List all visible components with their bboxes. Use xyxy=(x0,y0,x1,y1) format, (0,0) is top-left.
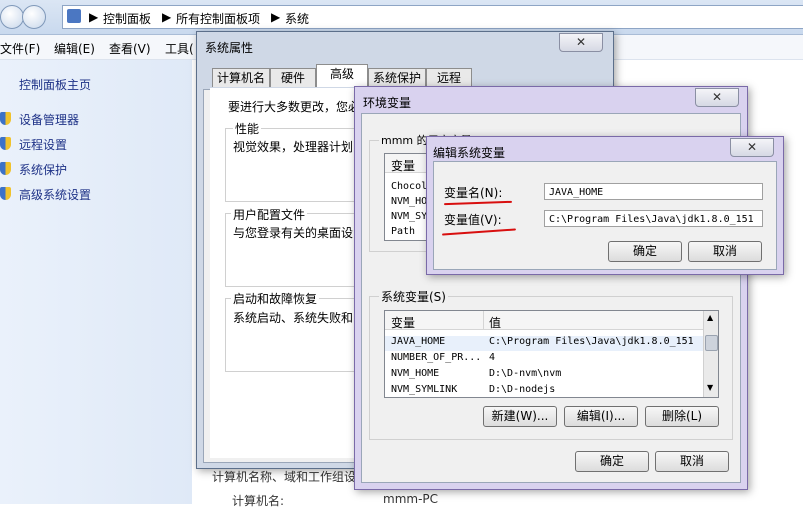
system-properties-title: 系统属性 xyxy=(205,41,254,55)
ok-button[interactable]: 确定 xyxy=(608,241,682,262)
scroll-up-icon[interactable]: ▲ xyxy=(707,313,713,322)
ok-button[interactable]: 确定 xyxy=(575,451,649,472)
breadcrumb-separator-icon: ▶ xyxy=(162,10,172,24)
breadcrumb-item-control-panel[interactable]: 控制面板 xyxy=(103,10,151,27)
close-icon[interactable]: ✕ xyxy=(559,33,603,52)
system-variables-list[interactable]: 变量 值 JAVA_HOME C:\Program Files\Java\jdk… xyxy=(384,310,719,398)
shield-icon xyxy=(0,112,11,125)
scroll-down-icon[interactable]: ▼ xyxy=(707,383,713,392)
shield-icon xyxy=(0,162,11,175)
close-icon[interactable]: ✕ xyxy=(695,88,739,107)
cancel-button[interactable]: 取消 xyxy=(655,451,729,472)
column-divider[interactable] xyxy=(483,311,484,329)
table-row[interactable]: NVM_HOME D:\D-nvm\nvm xyxy=(385,368,703,383)
column-header-variable[interactable]: 变量 xyxy=(391,314,415,331)
breadcrumb-separator-icon: ▶ xyxy=(89,10,99,24)
breadcrumb-item-all-items[interactable]: 所有控制面板项 xyxy=(176,10,260,27)
menu-tools[interactable]: 工具( xyxy=(165,40,194,57)
new-variable-button[interactable]: 新建(W)... xyxy=(483,406,557,427)
menu-edit[interactable]: 编辑(E) xyxy=(54,40,95,57)
list-item[interactable]: Chocol xyxy=(385,181,427,196)
list-header: 变量 值 xyxy=(385,311,718,330)
tab-remote[interactable]: 远程 xyxy=(426,68,472,87)
delete-variable-button[interactable]: 删除(L) xyxy=(645,406,719,427)
user-profiles-desc: 与您登录有关的桌面设 xyxy=(233,226,354,240)
close-icon[interactable]: ✕ xyxy=(730,138,774,157)
tab-computer-name[interactable]: 计算机名 xyxy=(212,68,270,87)
address-input[interactable]: ▶ 控制面板 ▶ 所有控制面板项 ▶ 系统 xyxy=(62,5,803,29)
vertical-scrollbar[interactable]: ▲ ▼ xyxy=(703,311,718,397)
forward-button[interactable] xyxy=(22,5,46,29)
performance-desc: 视觉效果，处理器计划 xyxy=(233,140,354,154)
shield-icon xyxy=(0,187,11,200)
variable-value-label: 变量值(V): xyxy=(444,213,502,227)
breadcrumb-item-system[interactable]: 系统 xyxy=(285,10,309,27)
breadcrumb-separator-icon: ▶ xyxy=(271,10,281,24)
variable-name-input[interactable]: JAVA_HOME xyxy=(544,183,763,200)
column-header-value[interactable]: 值 xyxy=(489,314,501,331)
scrollbar-thumb[interactable] xyxy=(705,335,718,351)
performance-title: 性能 xyxy=(233,120,262,137)
computer-name-section-text: 计算机名称、域和工作组设 xyxy=(212,470,357,484)
edit-variable-button[interactable]: 编辑(I)... xyxy=(564,406,638,427)
tab-hardware[interactable]: 硬件 xyxy=(270,68,316,87)
tab-advanced[interactable]: 高级 xyxy=(316,64,368,87)
table-row[interactable]: JAVA_HOME C:\Program Files\Java\jdk1.8.0… xyxy=(385,336,703,351)
control-panel-home-link[interactable]: 控制面板主页 xyxy=(19,76,91,93)
list-item[interactable]: NVM_HO xyxy=(385,196,427,211)
user-profiles-title: 用户配置文件 xyxy=(231,206,308,223)
back-button[interactable] xyxy=(0,5,24,29)
list-item[interactable]: NVM_SY xyxy=(385,211,427,226)
startup-recovery-desc: 系统启动、系统失败和 xyxy=(233,311,354,325)
menu-view[interactable]: 查看(V) xyxy=(109,40,151,57)
left-task-pane: 控制面板主页 设备管理器 远程设置 系统保护 高级系统设置 xyxy=(0,60,192,504)
system-variables-label: 系统变量(S) xyxy=(379,288,448,305)
variable-value-input[interactable]: C:\Program Files\Java\jdk1.8.0_151 xyxy=(544,210,763,227)
tab-system-protection[interactable]: 系统保护 xyxy=(368,68,426,87)
variable-name-label: 变量名(N): xyxy=(444,186,503,200)
computer-name-label: 计算机名: xyxy=(232,494,285,508)
table-row[interactable]: NUMBER_OF_PR... 4 xyxy=(385,352,703,367)
shield-icon xyxy=(0,137,11,150)
cancel-button[interactable]: 取消 xyxy=(688,241,762,262)
admin-notice: 要进行大多数更改，您必 xyxy=(228,100,361,114)
column-header-variable[interactable]: 变量 xyxy=(391,157,415,174)
table-row[interactable]: NVM_SYMLINK D:\D-nodejs xyxy=(385,384,703,397)
startup-recovery-title: 启动和故障恢复 xyxy=(231,290,320,307)
menu-file[interactable]: 文件(F) xyxy=(0,40,40,57)
environment-variables-title: 环境变量 xyxy=(363,96,412,110)
edit-system-variable-title: 编辑系统变量 xyxy=(433,146,506,160)
list-item[interactable]: Path xyxy=(385,226,415,240)
control-panel-icon xyxy=(67,9,81,23)
